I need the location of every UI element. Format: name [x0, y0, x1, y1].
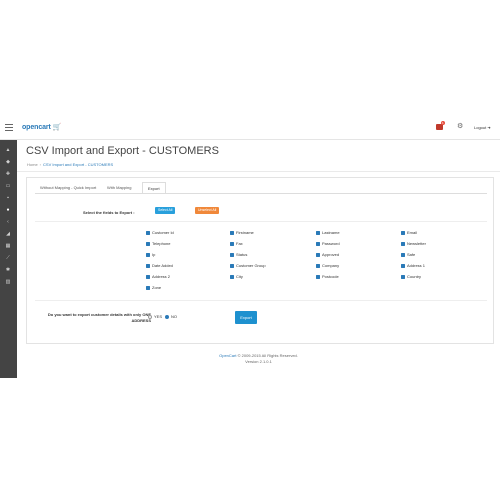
checkbox-checked-icon [230, 241, 234, 246]
field-checkbox[interactable]: Customer Id [146, 230, 174, 236]
checkbox-checked-icon [230, 263, 234, 268]
settings-icon[interactable]: ⚙ [457, 122, 463, 130]
top-header: opencart 🛒 1 ⚙ Logout ➜ [0, 116, 500, 140]
checkbox-checked-icon [146, 274, 150, 279]
footer-version: Version 2.1.0.1 [245, 359, 272, 364]
field-checkbox[interactable]: Date Added [146, 263, 173, 269]
logout-link[interactable]: Logout ➜ [474, 125, 491, 130]
field-checkbox[interactable]: Postcode [316, 274, 339, 280]
footer-brand-link[interactable]: OpenCart [219, 353, 236, 358]
divider [35, 300, 487, 301]
checkbox-checked-icon [316, 274, 320, 279]
checkbox-checked-icon [230, 252, 234, 257]
chart-icon[interactable]: ⟋ [5, 256, 11, 261]
field-checkbox[interactable]: Newsletter [401, 241, 426, 247]
breadcrumb: Home › CSV Import and Export - CUSTOMERS [27, 162, 114, 167]
checkbox-checked-icon [316, 241, 320, 246]
checkbox-checked-icon [401, 263, 405, 268]
share-icon[interactable]: ‹ [5, 220, 11, 225]
select-all-button[interactable]: Select All [155, 207, 176, 214]
checkbox-checked-icon [146, 230, 150, 235]
sidebar: ▲ ◆ ✚ ▭ ▪ ● ‹ ◢ ▦ ⟋ ✱ ▥ [0, 140, 17, 378]
field-checkbox[interactable]: Telephone [146, 241, 170, 247]
checkbox-checked-icon [316, 230, 320, 235]
unselect-all-button[interactable]: Unselect All [195, 207, 220, 214]
checkbox-checked-icon [316, 252, 320, 257]
tab-divider [35, 193, 487, 194]
puzzle-icon[interactable]: ✚ [5, 172, 11, 177]
field-checkbox[interactable]: Address 1 [401, 263, 425, 269]
field-checkbox[interactable]: Customer Group [230, 263, 266, 269]
alert-count-badge: 1 [441, 121, 445, 125]
cart-logo-icon: 🛒 [52, 124, 62, 131]
field-checkbox[interactable]: Company [316, 263, 339, 269]
field-checkbox[interactable]: Fax [230, 241, 243, 247]
logout-icon: ➜ [487, 125, 491, 130]
export-panel: Without Mapping - Quick Import With Mapp… [26, 177, 494, 344]
checkbox-checked-icon [401, 230, 405, 235]
divider [17, 171, 500, 172]
radio-unchecked-icon [148, 314, 152, 319]
checkbox-checked-icon [401, 274, 405, 279]
page-title: CSV Import and Export - CUSTOMERS [26, 145, 219, 157]
breadcrumb-current[interactable]: CSV Import and Export - CUSTOMERS [43, 162, 113, 167]
field-checkbox[interactable]: Status [230, 252, 247, 258]
select-fields-label: Select the fields to Export : [83, 210, 135, 215]
field-checkbox[interactable]: Approved [316, 252, 339, 258]
rss-icon[interactable]: ◢ [5, 232, 11, 237]
field-checkbox[interactable]: Firstname [230, 230, 254, 236]
field-checkbox[interactable]: City [230, 274, 243, 280]
checkbox-checked-icon [401, 241, 405, 246]
opencart-logo[interactable]: opencart 🛒 [22, 123, 61, 131]
dashboard-icon[interactable]: ▲ [5, 148, 11, 153]
footer: OpenCart © 2009-2015 All Rights Reserved… [17, 353, 500, 365]
divider [35, 221, 487, 222]
radio-no[interactable]: NO [165, 314, 177, 320]
user-icon[interactable]: ● [5, 208, 11, 213]
calendar-icon[interactable]: ▦ [5, 244, 11, 249]
field-checkbox[interactable]: Safe [401, 252, 415, 258]
field-checkbox[interactable]: Email [401, 230, 417, 236]
checkbox-checked-icon [146, 263, 150, 268]
field-checkbox[interactable]: Ip [146, 252, 155, 258]
field-checkbox[interactable]: Lastname [316, 230, 340, 236]
cart-icon[interactable]: ▪ [5, 196, 11, 201]
checkbox-checked-icon [401, 252, 405, 257]
radio-yes[interactable]: YES [148, 314, 162, 320]
checkbox-checked-icon [316, 263, 320, 268]
cog-icon[interactable]: ✱ [5, 268, 11, 273]
desktop-icon[interactable]: ▭ [5, 184, 11, 189]
menu-toggle-icon[interactable] [5, 124, 13, 131]
bar-chart-icon[interactable]: ▥ [5, 280, 11, 285]
radio-checked-icon [165, 314, 169, 319]
field-checkbox[interactable]: Zone [146, 285, 161, 291]
checkbox-checked-icon [146, 241, 150, 246]
checkbox-checked-icon [146, 285, 150, 290]
checkbox-checked-icon [230, 274, 234, 279]
app-frame: opencart 🛒 1 ⚙ Logout ➜ ▲ ◆ ✚ ▭ ▪ ● ‹ ◢ … [0, 116, 500, 378]
field-checkbox[interactable]: Password [316, 241, 340, 247]
one-address-question: Do you want to export customer details w… [47, 312, 151, 323]
field-checkbox[interactable]: Address 2 [146, 274, 170, 280]
checkbox-checked-icon [230, 230, 234, 235]
main-content: CSV Import and Export - CUSTOMERS Home › C… [17, 140, 500, 378]
tag-icon[interactable]: ◆ [5, 160, 11, 165]
checkbox-checked-icon [146, 252, 150, 257]
export-button[interactable]: Export [235, 311, 257, 324]
breadcrumb-home[interactable]: Home [27, 162, 38, 167]
field-checkbox[interactable]: Country [401, 274, 421, 280]
